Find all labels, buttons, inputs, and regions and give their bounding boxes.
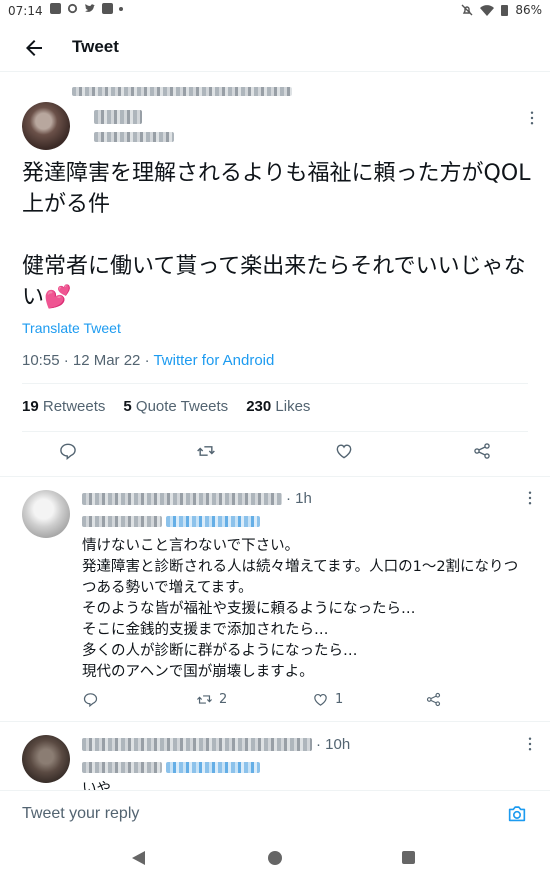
- more-icon[interactable]: [530, 111, 534, 125]
- reply-actions: 2 1: [0, 691, 550, 721]
- calendar-icon: [102, 3, 113, 14]
- divider: [22, 431, 528, 432]
- share-button[interactable]: [472, 441, 492, 461]
- reply-icon: [83, 693, 98, 708]
- retweet-count: 2: [219, 692, 228, 707]
- likes-stat[interactable]: 230 Likes: [246, 398, 310, 415]
- like-icon: [336, 444, 352, 459]
- reply-input[interactable]: Tweet your reply: [22, 805, 139, 823]
- retweet-button[interactable]: [196, 441, 216, 461]
- reply-context-blurred: [82, 516, 162, 527]
- status-bar: 07:14 86%: [0, 0, 550, 24]
- battery-icon: [501, 5, 509, 16]
- reply-button[interactable]: [58, 441, 78, 461]
- tweet-client-link[interactable]: Twitter for Android: [153, 352, 274, 369]
- divider: [0, 721, 550, 722]
- nav-home-icon[interactable]: [268, 851, 282, 865]
- gear-icon: [67, 3, 78, 14]
- system-navigation-bar: [0, 836, 550, 880]
- reply-avatar[interactable]: [22, 735, 70, 783]
- like-count: 1: [335, 692, 344, 707]
- reply-icon: [60, 443, 76, 460]
- wifi-icon: [480, 4, 495, 16]
- tweet-text: 発達障害を理解されるよりも福祉に頼った方がQOL上がる件 健常者に働いて貰って楽…: [22, 161, 531, 310]
- author-avatar[interactable]: [22, 102, 70, 150]
- retweet-button[interactable]: 2: [196, 691, 227, 708]
- twitter-bird-icon: [85, 4, 95, 12]
- quote-tweets-label: Quote Tweets: [135, 398, 229, 415]
- retweet-icon: [196, 695, 213, 704]
- tweet-time: 10:55 · 12 Mar 22 ·: [22, 352, 154, 369]
- back-arrow-icon[interactable]: [22, 36, 46, 60]
- translate-tweet-link[interactable]: Translate Tweet: [22, 320, 121, 336]
- replying-to-handle-blurred[interactable]: [166, 762, 260, 773]
- nav-recents-icon[interactable]: [402, 851, 415, 864]
- more-icon[interactable]: [528, 737, 532, 751]
- reply-context-blurred: [82, 762, 162, 773]
- retweets-count: 19: [22, 398, 39, 415]
- more-icon[interactable]: [528, 491, 532, 505]
- status-time: 07:14: [8, 4, 43, 18]
- replying-to-handle-blurred[interactable]: [166, 516, 260, 527]
- battery-level: 86%: [515, 3, 542, 17]
- retweets-label: Retweets: [42, 398, 106, 415]
- share-icon: [474, 443, 490, 459]
- reply-composer[interactable]: Tweet your reply: [0, 790, 550, 836]
- quote-tweets-count: 5: [123, 398, 132, 415]
- retweeted-by-context-blurred: [72, 87, 292, 96]
- mute-icon: [461, 4, 473, 16]
- system-icons: 86%: [461, 3, 542, 17]
- reply-button[interactable]: [82, 691, 99, 708]
- top-bar: Tweet: [0, 24, 550, 72]
- author-handle-blurred[interactable]: [94, 132, 174, 142]
- reply-time: · 1h: [286, 490, 312, 507]
- more-notifications-dot: [119, 6, 123, 11]
- reply-time: · 10h: [316, 736, 351, 753]
- reply-text: 情けないこと言わないで下さい。 発達障害と診断される人は続々増えてます。人口の1…: [82, 538, 519, 680]
- quote-tweets-stat[interactable]: 5 Quote Tweets: [123, 398, 228, 415]
- divider: [22, 383, 528, 384]
- likes-label: Likes: [275, 398, 311, 415]
- retweet-icon: [197, 446, 215, 456]
- nav-back-icon[interactable]: [132, 851, 145, 865]
- page-title: Tweet: [72, 37, 119, 56]
- notification-icons: [50, 3, 123, 14]
- author-display-name-blurred[interactable]: [94, 110, 142, 124]
- tweet-stats: 19 Retweets 5 Quote Tweets 230 Likes: [22, 398, 310, 415]
- camera-icon[interactable]: [506, 803, 528, 825]
- likes-count: 230: [246, 398, 272, 415]
- reply-avatar[interactable]: [22, 490, 70, 538]
- retweets-stat[interactable]: 19 Retweets: [22, 398, 105, 415]
- main-tweet-actions: [0, 441, 550, 471]
- reply-author-name-blurred[interactable]: [82, 738, 312, 751]
- like-button[interactable]: 1: [312, 691, 343, 708]
- image-icon: [50, 3, 61, 14]
- like-button[interactable]: [334, 441, 354, 461]
- tweet-timestamp: 10:55 · 12 Mar 22 · Twitter for Android: [22, 352, 274, 369]
- like-icon: [314, 693, 327, 706]
- share-icon: [426, 692, 441, 707]
- divider: [0, 476, 550, 477]
- reply-author-name-blurred[interactable]: [82, 493, 282, 505]
- share-button[interactable]: [425, 691, 442, 708]
